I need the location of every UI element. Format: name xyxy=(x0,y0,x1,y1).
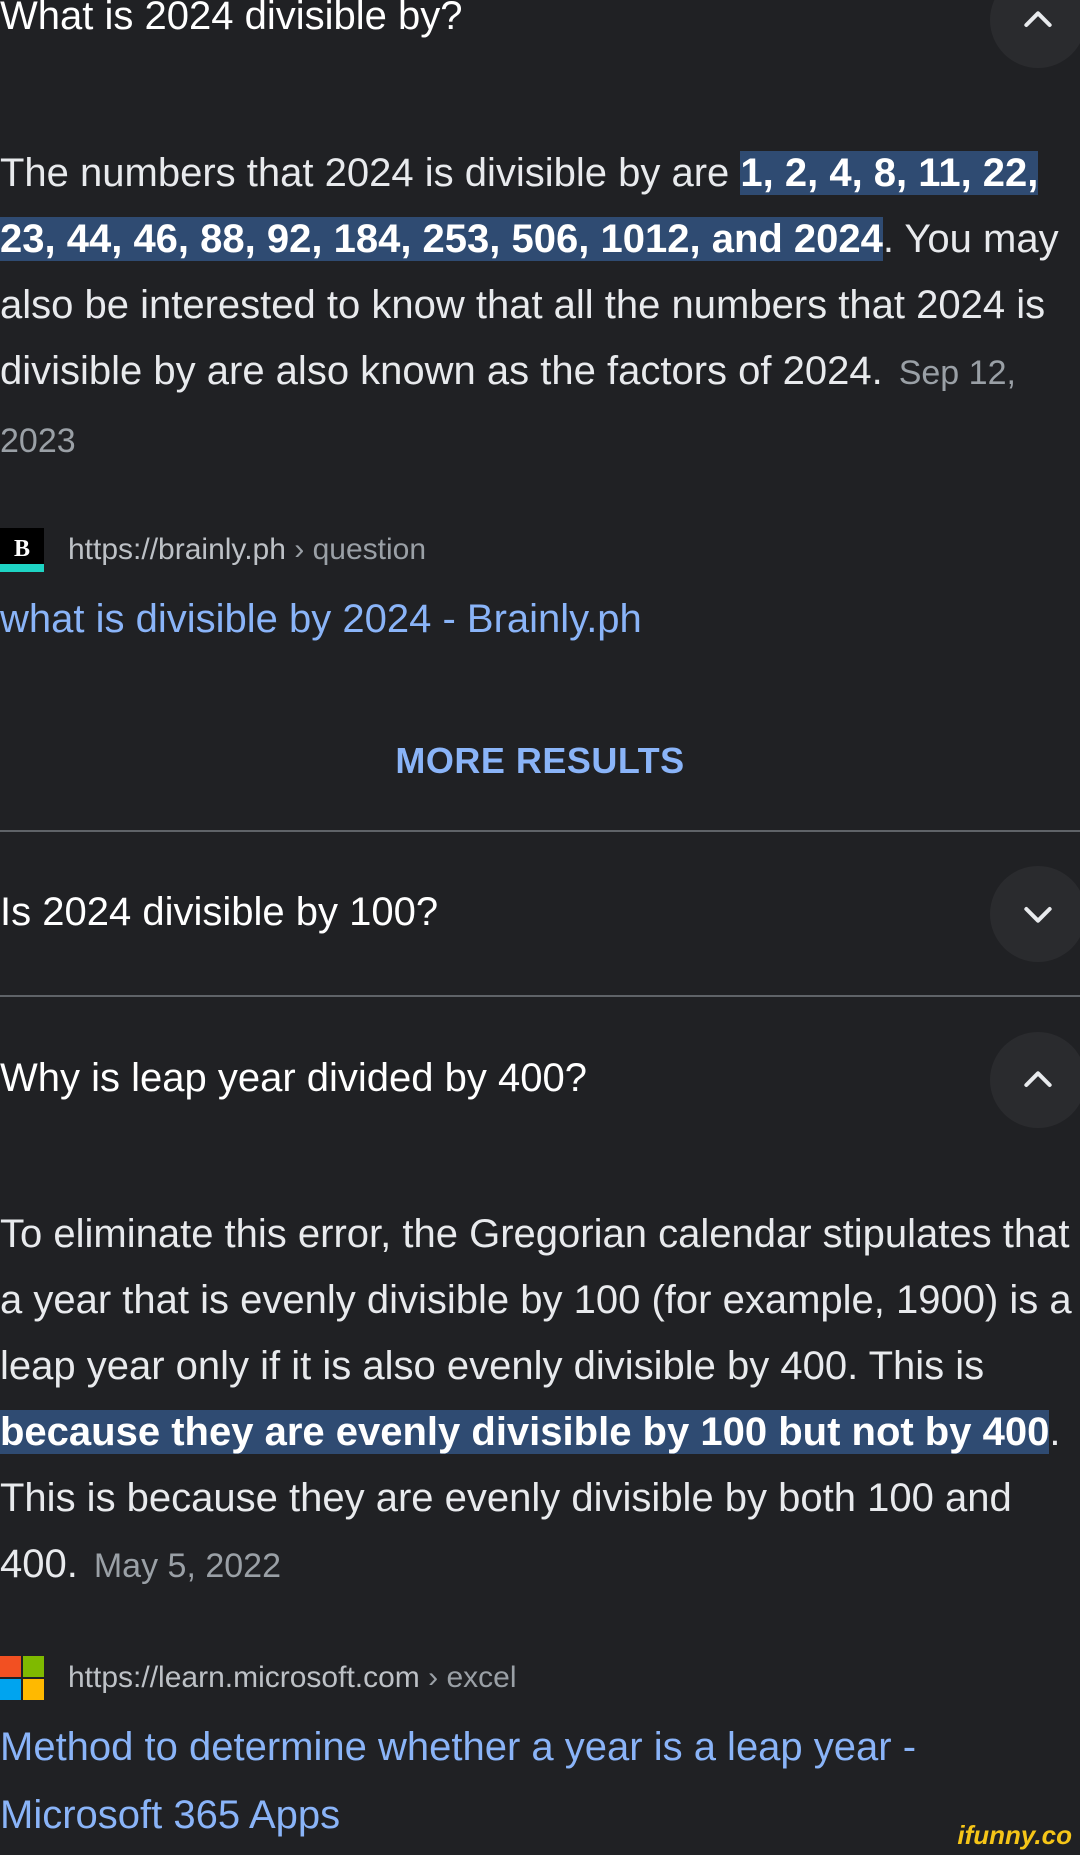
brainly-logo-icon: B xyxy=(0,528,44,572)
source-microsoft[interactable]: https://learn.microsoft.com › excel xyxy=(0,1655,517,1701)
source-brainly[interactable]: B https://brainly.ph › question xyxy=(0,527,426,573)
divider xyxy=(0,830,1080,832)
collapse-button-3[interactable] xyxy=(990,1032,1080,1128)
answer-date: May 5, 2022 xyxy=(93,1547,281,1585)
source-breadcrumb: › excel xyxy=(428,1661,517,1694)
faq-question-3[interactable]: Why is leap year divided by 400? xyxy=(0,1056,587,1101)
svg-text:B: B xyxy=(14,536,30,562)
faq-answer-1: The numbers that 2024 is divisible by ar… xyxy=(0,140,1080,474)
more-results-button[interactable]: MORE RESULTS xyxy=(0,740,1080,782)
answer-text: To eliminate this error, the Gregorian c… xyxy=(0,1212,1072,1388)
ifunny-watermark: ifunny.co xyxy=(957,1820,1072,1850)
expand-button-2[interactable] xyxy=(990,866,1080,962)
faq-question-1[interactable]: What is 2024 divisible by? xyxy=(0,0,462,39)
collapse-button-1[interactable] xyxy=(990,0,1080,68)
chevron-down-icon xyxy=(1024,907,1052,923)
source-title-link-3[interactable]: Method to determine whether a year is a … xyxy=(0,1713,1060,1849)
answer-highlight: because they are evenly divisible by 100… xyxy=(0,1410,1050,1454)
faq-answer-3: To eliminate this error, the Gregorian c… xyxy=(0,1201,1080,1599)
divider xyxy=(0,995,1080,997)
source-url: https://brainly.ph xyxy=(68,533,286,566)
microsoft-logo-icon xyxy=(0,1656,44,1700)
chevron-up-icon xyxy=(1024,1071,1052,1087)
faq-question-2[interactable]: Is 2024 divisible by 100? xyxy=(0,890,438,935)
source-url: https://learn.microsoft.com xyxy=(68,1661,420,1694)
source-breadcrumb: › question xyxy=(294,533,426,566)
chevron-up-icon xyxy=(1024,11,1052,27)
answer-text: The numbers that 2024 is divisible by ar… xyxy=(0,151,741,195)
source-title-link-1[interactable]: what is divisible by 2024 - Brainly.ph xyxy=(0,585,1060,653)
